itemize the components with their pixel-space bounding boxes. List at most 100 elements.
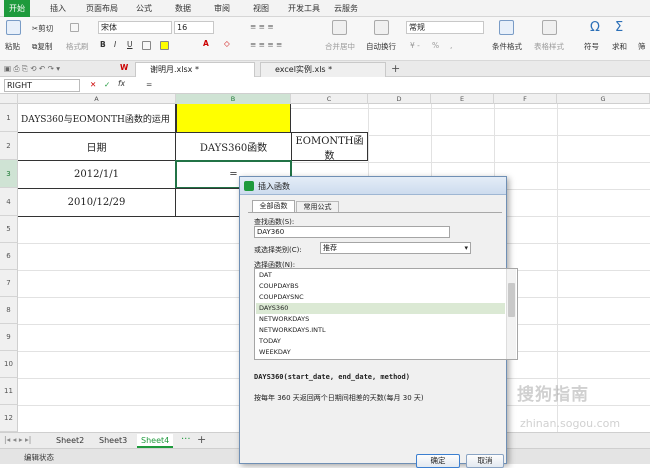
cell-a3[interactable]: 2012/1/1 — [18, 160, 176, 189]
more-sheets-icon[interactable]: ··· — [181, 434, 191, 445]
copy-button[interactable]: ⧉复制 — [32, 41, 52, 52]
font-name-select[interactable]: 宋体 — [98, 21, 172, 34]
cancel-button[interactable]: 取消 — [466, 454, 504, 468]
enter-icon[interactable]: ✓ — [104, 80, 110, 89]
font-color-button[interactable]: A — [203, 39, 209, 48]
wrap-text-button[interactable]: 自动换行 — [366, 41, 396, 52]
category-select[interactable]: 推荐 ▾ — [320, 242, 471, 254]
row-header-11[interactable]: 11 — [0, 378, 18, 405]
column-header-a[interactable]: A — [18, 94, 176, 104]
function-item-coupdaysnc[interactable]: COUPDAYSNC — [256, 292, 505, 303]
sheet-tab-sheet3[interactable]: Sheet3 — [95, 434, 131, 448]
function-item-weekday[interactable]: WEEKDAY — [256, 347, 505, 358]
clear-format-icon[interactable]: ◇ — [224, 39, 230, 48]
select-all-corner[interactable] — [0, 94, 18, 104]
sum-button[interactable]: 求和 — [612, 41, 627, 52]
sheet-tab-sheet4[interactable]: Sheet4 — [137, 434, 174, 448]
row-header-7[interactable]: 7 — [0, 270, 18, 297]
dialog-app-icon — [244, 181, 254, 191]
cell-a1-title[interactable]: DAYS360与EOMONTH函数的运用 — [18, 104, 176, 133]
function-item-today[interactable]: TODAY — [256, 336, 505, 347]
table-style-button[interactable]: 表格样式 — [534, 41, 564, 52]
row-header-3[interactable]: 3 — [0, 160, 18, 188]
column-header-c[interactable]: C — [291, 94, 368, 104]
list-scrollbar[interactable] — [506, 269, 516, 359]
conditional-format-icon[interactable] — [499, 20, 514, 35]
currency-icon[interactable]: ¥ - — [410, 41, 420, 50]
new-tab-icon[interactable]: + — [391, 62, 400, 75]
row-header-1[interactable]: 1 — [0, 104, 18, 132]
cell-b2[interactable]: DAYS360函数 — [175, 132, 292, 161]
function-item-networkdays-intl[interactable]: NETWORKDAYS.INTL — [256, 325, 505, 336]
function-item-days360-selected[interactable]: DAYS360 — [256, 303, 505, 314]
menu-developer[interactable]: 开发工具 — [288, 3, 320, 14]
table-style-icon[interactable] — [542, 20, 557, 35]
add-sheet-icon[interactable]: + — [197, 433, 206, 446]
symbol-button[interactable]: 符号 — [584, 41, 599, 52]
row-header-9[interactable]: 9 — [0, 324, 18, 351]
tab-all-functions[interactable]: 全部函数 — [252, 200, 295, 212]
file-tab-2[interactable]: excel实例.xls * — [260, 62, 386, 77]
thousands-button[interactable]: , — [450, 41, 452, 50]
function-item-networkdays[interactable]: NETWORKDAYS — [256, 314, 505, 325]
menu-insert[interactable]: 插入 — [50, 3, 66, 14]
formula-input[interactable]: = — [146, 80, 152, 89]
file-tab-1[interactable]: 谢明月.xlsx * — [135, 62, 255, 77]
align-top-icon[interactable]: ≡ ≡ ≡ — [250, 22, 274, 31]
underline-button[interactable]: U — [127, 40, 133, 49]
menu-review[interactable]: 审阅 — [214, 3, 230, 14]
font-size-select[interactable]: 16 — [174, 21, 214, 34]
function-item-dat[interactable]: DAT — [256, 270, 505, 281]
menu-page-layout[interactable]: 页面布局 — [86, 3, 118, 14]
italic-button[interactable]: I — [114, 40, 116, 49]
sheet-tab-sheet2[interactable]: Sheet2 — [52, 434, 88, 448]
quick-access-toolbar[interactable]: ▣ ⎙ ⎘ ⟲ ↶ ↷ ▾ — [4, 64, 60, 74]
fill-color-icon[interactable] — [160, 41, 169, 50]
format-painter-button[interactable]: 格式刷 — [66, 41, 89, 52]
align-left-icon[interactable]: ≡ ≡ ≡ ≡ — [250, 40, 282, 49]
wrap-text-icon[interactable] — [374, 20, 389, 35]
cancel-icon[interactable]: ✕ — [90, 80, 96, 89]
merge-center-button[interactable]: 合并居中 — [325, 41, 355, 52]
number-format-select[interactable]: 常规 — [406, 21, 484, 34]
cell-b1[interactable] — [176, 104, 291, 133]
column-header-e[interactable]: E — [431, 94, 494, 104]
column-header-f[interactable]: F — [494, 94, 557, 104]
row-header-2[interactable]: 2 — [0, 132, 18, 160]
function-item-coupdaybs[interactable]: COUPDAYBS — [256, 281, 505, 292]
cell-a2[interactable]: 日期 — [18, 132, 176, 161]
row-header-4[interactable]: 4 — [0, 188, 18, 216]
menu-formulas[interactable]: 公式 — [136, 3, 152, 14]
tab-common-formulas[interactable]: 常用公式 — [296, 201, 339, 212]
paste-button[interactable]: 粘贴 — [5, 41, 20, 52]
row-header-10[interactable]: 10 — [0, 351, 18, 378]
border-icon[interactable] — [142, 41, 151, 50]
menu-start[interactable]: 开始 — [4, 0, 30, 17]
row-header-8[interactable]: 8 — [0, 297, 18, 324]
scrollbar-thumb[interactable] — [508, 283, 515, 317]
menu-view[interactable]: 视图 — [253, 3, 269, 14]
cell-a4[interactable]: 2010/12/29 — [18, 188, 176, 217]
row-header-5[interactable]: 5 — [0, 216, 18, 243]
merge-center-icon[interactable] — [332, 20, 347, 35]
column-header-g[interactable]: G — [557, 94, 650, 104]
cut-button[interactable]: ✂剪切 — [32, 23, 53, 34]
name-box[interactable]: RIGHT — [4, 79, 80, 92]
column-header-b[interactable]: B — [176, 94, 291, 104]
row-header-6[interactable]: 6 — [0, 243, 18, 270]
search-function-input[interactable]: DAY360 — [254, 226, 450, 238]
filter-button[interactable]: 筛 — [638, 41, 646, 52]
percent-button[interactable]: % — [432, 41, 439, 50]
cell-c2[interactable]: EOMONTH函数 — [291, 132, 368, 162]
column-header-d[interactable]: D — [368, 94, 431, 104]
paste-icon[interactable] — [6, 20, 21, 35]
fx-button[interactable]: fx — [118, 79, 125, 88]
sheet-nav-arrows[interactable]: |◂ ◂ ▸ ▸| — [4, 435, 31, 444]
bold-button[interactable]: B — [100, 40, 106, 49]
menu-cloud[interactable]: 云服务 — [334, 3, 358, 14]
menu-data[interactable]: 数据 — [175, 3, 191, 14]
dialog-titlebar[interactable]: 插入函数 — [240, 177, 506, 195]
conditional-format-button[interactable]: 条件格式 — [492, 41, 522, 52]
row-header-12[interactable]: 12 — [0, 405, 18, 432]
ok-button[interactable]: 确定 — [416, 454, 460, 468]
